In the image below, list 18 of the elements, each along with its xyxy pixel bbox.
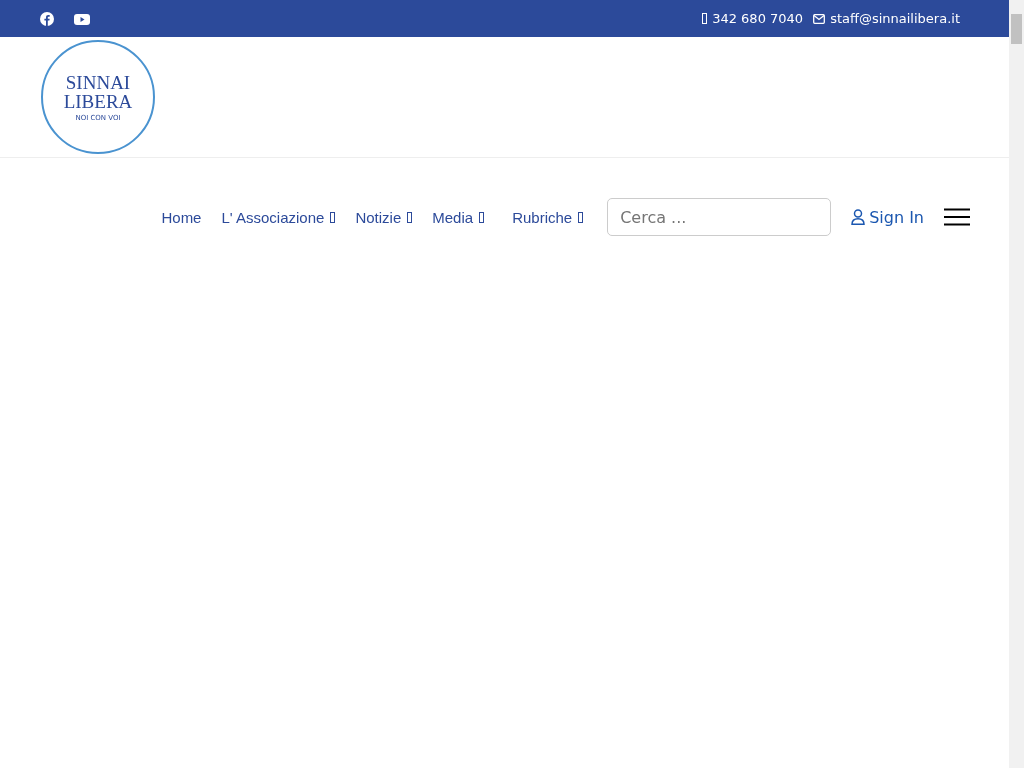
search-field[interactable]: Cerca ... bbox=[607, 198, 832, 236]
nav-link[interactable]: Notizie bbox=[355, 208, 413, 226]
user-icon bbox=[851, 209, 866, 225]
scrollbar[interactable] bbox=[1009, 0, 1024, 768]
nav-link[interactable]: L' Associazione bbox=[221, 208, 336, 226]
logo-text: LIBERA bbox=[63, 91, 133, 111]
sign-in-link[interactable]: Sign In bbox=[851, 207, 924, 227]
nav-link[interactable]: Media bbox=[432, 208, 485, 226]
email-link[interactable]: staff@sinnailibera.it bbox=[830, 11, 960, 26]
facebook-icon[interactable] bbox=[40, 11, 54, 26]
nav-link[interactable]: Rubriche bbox=[512, 208, 584, 226]
missing-glyph-icon bbox=[702, 13, 708, 24]
phone-number[interactable]: 342 680 7040 bbox=[712, 11, 804, 26]
menu-icon[interactable] bbox=[944, 208, 970, 226]
nav-link[interactable]: Home bbox=[161, 208, 202, 226]
youtube-icon[interactable] bbox=[74, 12, 90, 25]
envelope-icon bbox=[813, 13, 826, 24]
logo-text: SINNAI bbox=[65, 72, 131, 92]
